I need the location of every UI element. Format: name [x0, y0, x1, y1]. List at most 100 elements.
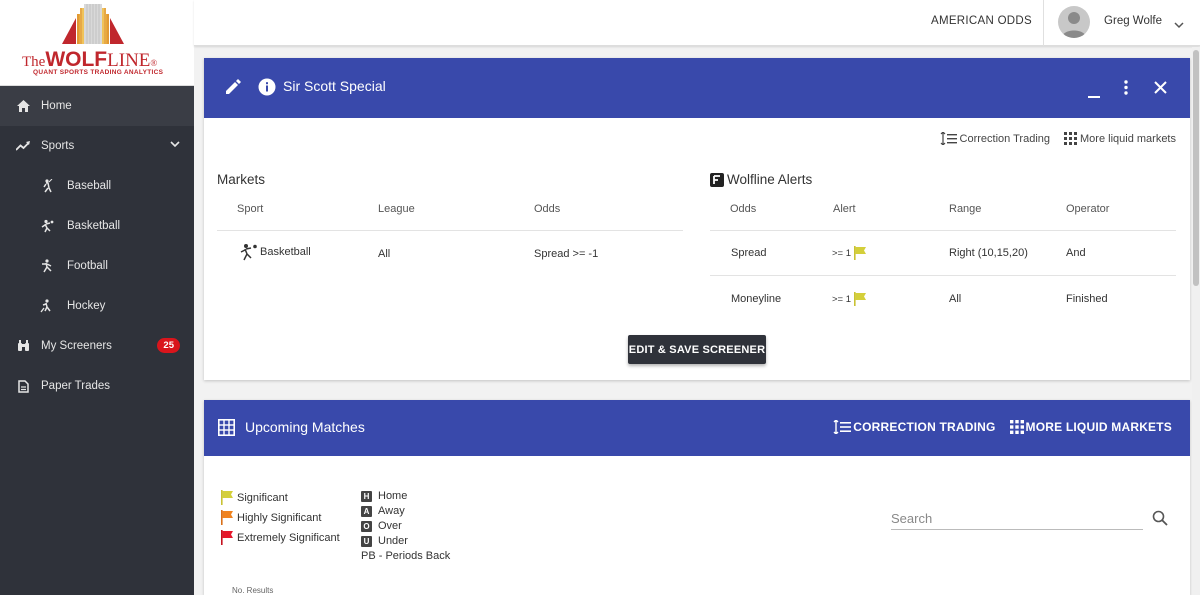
chevron-down-icon	[170, 139, 180, 151]
markets-header-odds: Odds	[534, 203, 561, 215]
markets-header-divider	[217, 230, 683, 231]
key-label: Over	[378, 520, 402, 532]
logo-tagline: QUANT SPORTS TRADING ANALYTICS	[33, 69, 164, 76]
hockey-player-icon	[40, 299, 54, 313]
minimize-icon[interactable]	[1088, 86, 1100, 104]
correction-trading-button[interactable]: CORRECTION TRADING	[833, 420, 995, 434]
no-results-label: No. Results	[232, 586, 274, 595]
sidebar-item-sports[interactable]: Sports	[0, 126, 194, 166]
key-home: H Home	[361, 490, 407, 502]
legend-label: Significant	[237, 491, 288, 504]
table-row[interactable]: Basketball	[238, 243, 311, 261]
key-box: A	[361, 505, 372, 517]
sidebar-item-label: Paper Trades	[41, 380, 111, 392]
sidebar-item-basketball[interactable]: Basketball	[0, 206, 194, 246]
market-league: All	[378, 248, 391, 260]
caret-down-icon[interactable]	[1174, 16, 1184, 34]
logo-wolf: WOLF	[45, 48, 108, 71]
info-icon[interactable]	[258, 78, 276, 101]
close-icon[interactable]	[1154, 81, 1167, 99]
scrollbar-thumb[interactable]	[1193, 50, 1199, 286]
legend-label: Extremely Significant	[237, 531, 340, 544]
alert-range: All	[949, 293, 962, 305]
logo-the: The	[22, 54, 46, 70]
logo[interactable]: TheWOLFLINE® QUANT SPORTS TRADING ANALYT…	[0, 0, 194, 86]
yellow-flag-icon	[221, 490, 233, 505]
key-over: O Over	[361, 520, 402, 532]
logo-building-icon	[62, 4, 124, 44]
more-liquid-label: MORE LIQUID MARKETS	[1025, 420, 1172, 434]
sidebar-item-label: Home	[41, 100, 72, 112]
logo-line: LINE	[107, 50, 151, 71]
home-icon	[16, 99, 30, 113]
correction-trading-label: Correction Trading	[959, 132, 1051, 145]
binoculars-icon	[16, 339, 30, 353]
user-name[interactable]: Greg Wolfe	[1104, 15, 1162, 27]
alert-value-cell: >= 1	[832, 246, 867, 260]
sidebar-item-baseball[interactable]: Baseball	[0, 166, 194, 206]
alert-value: >= 1	[832, 293, 852, 305]
edit-save-screener-button[interactable]: EDIT & SAVE SCREENER	[628, 335, 766, 364]
key-box: H	[361, 490, 372, 502]
matches-header-links: CORRECTION TRADING MORE LIQUID MARKETS	[833, 420, 1172, 434]
alerts-title-wrap: Wolfline Alerts	[710, 172, 812, 187]
football-player-icon	[40, 259, 54, 273]
markets-title: Markets	[217, 172, 266, 187]
key-away: A Away	[361, 505, 405, 517]
sort-lines-icon	[833, 420, 852, 434]
legend-highly-significant: Highly Significant	[220, 510, 321, 525]
edit-pencil-icon[interactable]	[224, 78, 242, 101]
key-box: O	[361, 520, 372, 532]
sidebar-item-label: Football	[67, 260, 108, 272]
key-label: Away	[378, 505, 405, 517]
alerts-title: Wolfline Alerts	[727, 172, 813, 187]
sidebar-item-label: Basketball	[67, 220, 121, 232]
sidebar-item-label: Hockey	[67, 300, 106, 312]
yellow-flag-icon	[854, 246, 867, 260]
legend-significant: Significant	[220, 490, 288, 505]
upcoming-matches-header: Upcoming Matches CORRECTION TRADING MORE…	[204, 400, 1190, 456]
search-icon[interactable]	[1152, 510, 1168, 531]
alert-range: Right (10,15,20)	[949, 247, 1028, 259]
sidebar-item-paper-trades[interactable]: Paper Trades	[0, 366, 194, 406]
document-icon	[16, 379, 30, 393]
more-liquid-markets-link[interactable]: More liquid markets	[1064, 132, 1176, 145]
market-odds: Spread >= -1	[534, 248, 599, 260]
top-bar: AMERICAN ODDS Greg Wolfe	[194, 0, 1200, 46]
alerts-header-alert: Alert	[833, 203, 856, 215]
key-box: U	[361, 535, 372, 547]
wolfline-logo-icon	[710, 172, 724, 187]
trending-icon	[16, 139, 30, 153]
american-odds-button[interactable]: AMERICAN ODDS	[931, 15, 1032, 27]
alert-operator: Finished	[1066, 293, 1108, 305]
screener-card: Sir Scott Special Correction Trading Mor…	[204, 58, 1190, 380]
more-liquid-label: More liquid markets	[1080, 132, 1176, 145]
alert-odds: Moneyline	[731, 293, 782, 305]
sidebar-item-hockey[interactable]: Hockey	[0, 286, 194, 326]
sidebar-item-home[interactable]: Home	[0, 86, 194, 126]
key-label: Under	[378, 535, 408, 547]
alerts-header-operator: Operator	[1066, 203, 1110, 215]
alerts-header-divider	[710, 230, 1176, 231]
key-periods-back: PB - Periods Back	[361, 550, 451, 562]
screeners-count-badge: 25	[157, 338, 180, 353]
alerts-header-odds: Odds	[730, 203, 757, 215]
sidebar-item-football[interactable]: Football	[0, 246, 194, 286]
avatar[interactable]	[1058, 6, 1090, 38]
key-under: U Under	[361, 535, 408, 547]
screener-card-header: Sir Scott Special	[204, 58, 1190, 118]
basketball-player-icon	[240, 244, 257, 261]
more-liquid-markets-button[interactable]: MORE LIQUID MARKETS	[1009, 420, 1172, 434]
topbar-divider	[1043, 0, 1044, 46]
alerts-header-range: Range	[949, 203, 982, 215]
markets-header-league: League	[378, 203, 415, 215]
screener-title: Sir Scott Special	[283, 78, 386, 94]
alerts-row-divider	[710, 275, 1176, 276]
search-field-wrap	[891, 510, 1143, 530]
upcoming-matches-title: Upcoming Matches	[245, 419, 365, 435]
search-input[interactable]	[891, 511, 1143, 526]
more-vert-icon[interactable]	[1124, 80, 1128, 100]
correction-trading-link[interactable]: Correction Trading	[940, 132, 1051, 145]
sidebar-item-my-screeners[interactable]: My Screeners 25	[0, 326, 194, 366]
legend-extremely-significant: Extremely Significant	[220, 530, 340, 545]
